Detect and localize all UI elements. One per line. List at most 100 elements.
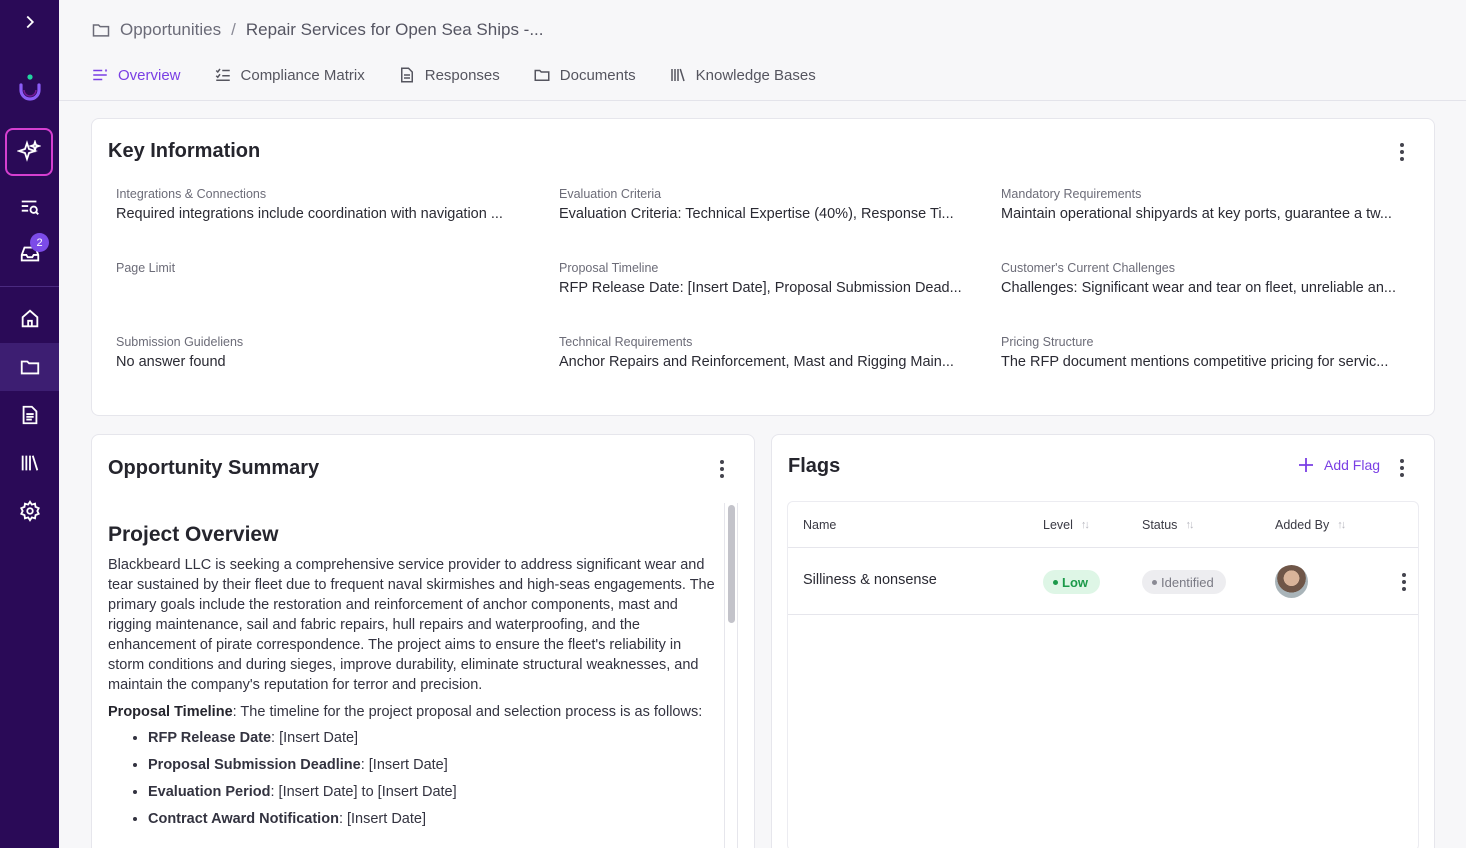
search-list-button[interactable]	[0, 185, 59, 229]
add-flag-label: Add Flag	[1324, 457, 1381, 473]
key-info-label: Technical Requirements	[559, 335, 693, 349]
menu-lines-icon	[93, 69, 108, 81]
breadcrumb-separator: /	[231, 20, 236, 39]
summary-heading: Project Overview	[108, 523, 279, 546]
sidebar-divider	[0, 286, 59, 287]
key-info-item[interactable]: Integrations & Connections Required inte…	[116, 187, 526, 222]
list-item: Evaluation Period: [Insert Date] to [Ins…	[148, 782, 720, 802]
tab-overview[interactable]: Overview	[91, 64, 181, 86]
logo-icon	[18, 74, 41, 101]
key-info-value: Evaluation Criteria: Technical Expertise…	[559, 206, 954, 222]
page-header: Opportunities / Repair Services for Open…	[59, 0, 1466, 101]
chevron-right-icon	[26, 15, 34, 29]
key-info-value: Anchor Repairs and Reinforcement, Mast a…	[559, 354, 954, 370]
scrollbar-thumb[interactable]	[728, 505, 735, 623]
flags-title: Flags	[788, 455, 841, 477]
folder-icon	[20, 360, 39, 375]
inbox-badge: 2	[30, 233, 49, 252]
key-information-title: Key Information	[108, 140, 261, 162]
column-header-added-by[interactable]: Added By ↑↓	[1275, 518, 1346, 532]
row-more-button[interactable]	[1394, 570, 1414, 594]
expand-sidebar-button[interactable]	[0, 0, 59, 44]
key-info-item[interactable]: Pricing Structure The RFP document menti…	[1001, 335, 1411, 370]
key-info-value: Challenges: Significant wear and tear on…	[1001, 280, 1396, 296]
home-button[interactable]	[0, 297, 59, 341]
key-info-value: Required integrations include coordinati…	[116, 206, 503, 222]
tab-responses[interactable]: Responses	[398, 64, 500, 86]
folder-icon	[534, 69, 550, 81]
sort-icon[interactable]: ↑↓	[1337, 519, 1346, 531]
key-info-value: The RFP document mentions competitive pr…	[1001, 354, 1389, 370]
key-info-item[interactable]: Evaluation Criteria Evaluation Criteria:…	[559, 187, 969, 222]
key-info-label: Customer's Current Challenges	[1001, 261, 1175, 275]
key-info-label: Proposal Timeline	[559, 261, 659, 275]
add-flag-button[interactable]: Add Flag	[1298, 457, 1380, 473]
tab-knowledge-bases[interactable]: Knowledge Bases	[669, 64, 816, 86]
sort-icon[interactable]: ↑↓	[1185, 519, 1194, 531]
opportunity-summary-title: Opportunity Summary	[108, 457, 320, 479]
app-sidebar: 2	[0, 0, 59, 848]
flags-card: Flags Add Flag Name Level ↑↓ Status ↑↓ Add…	[771, 434, 1435, 848]
document-icon	[400, 67, 413, 83]
flag-name: Silliness & nonsense	[803, 572, 937, 588]
ai-assistant-button[interactable]	[5, 128, 53, 176]
sort-icon[interactable]: ↑↓	[1081, 519, 1090, 531]
level-badge: Low	[1043, 570, 1100, 594]
key-info-label: Evaluation Criteria	[559, 187, 662, 201]
opportunity-summary-card: Opportunity Summary Project Overview Bla…	[91, 434, 755, 848]
opportunity-summary-more-button[interactable]	[712, 457, 732, 481]
tab-label: Compliance Matrix	[240, 66, 365, 84]
summary-paragraph: Blackbeard LLC is seeking a comprehensiv…	[108, 557, 715, 693]
key-info-value: RFP Release Date: [Insert Date], Proposa…	[559, 280, 962, 296]
column-header-level[interactable]: Level ↑↓	[1043, 518, 1090, 532]
tab-compliance-matrix[interactable]: Compliance Matrix	[214, 64, 365, 86]
breadcrumb-current: Repair Services for Open Sea Ships -...	[245, 20, 544, 39]
settings-button[interactable]	[0, 489, 59, 533]
key-info-item[interactable]: Technical Requirements Anchor Repairs an…	[559, 335, 969, 370]
key-info-item[interactable]: Page Limit	[116, 261, 526, 280]
list-item: RFP Release Date: [Insert Date]	[148, 728, 720, 748]
documents-button[interactable]	[0, 393, 59, 437]
table-row[interactable]: Silliness & nonsense Low Identified	[788, 548, 1418, 615]
breadcrumb-root-link[interactable]: Opportunities	[120, 20, 221, 40]
home-icon	[21, 309, 38, 328]
tab-label: Documents	[559, 66, 636, 84]
key-info-label: Page Limit	[116, 261, 176, 275]
key-info-label: Mandatory Requirements	[1001, 187, 1142, 201]
library-icon	[670, 68, 685, 82]
list-item: Contract Award Notification: [Insert Dat…	[148, 809, 720, 829]
key-info-item[interactable]: Mandatory Requirements Maintain operatio…	[1001, 187, 1411, 222]
key-info-item[interactable]: Proposal Timeline RFP Release Date: [Ins…	[559, 261, 969, 296]
column-header-name[interactable]: Name	[803, 518, 836, 532]
document-icon	[22, 405, 37, 425]
opportunities-button[interactable]	[0, 343, 59, 391]
breadcrumb: Opportunities / Repair Services for Open…	[91, 20, 544, 40]
summary-scrollbar[interactable]	[724, 503, 738, 848]
timeline-text: : The timeline for the project proposal …	[232, 704, 703, 720]
app-logo[interactable]	[0, 64, 59, 112]
tab-bar: Overview Compliance Matrix Responses Doc…	[91, 64, 849, 86]
column-header-status[interactable]: Status ↑↓	[1142, 518, 1194, 532]
list-search-icon	[21, 200, 39, 215]
key-info-item[interactable]: Customer's Current Challenges Challenges…	[1001, 261, 1411, 296]
checklist-icon	[215, 68, 230, 81]
status-badge: Identified	[1142, 570, 1226, 594]
flags-table: Name Level ↑↓ Status ↑↓ Added By ↑↓ Silline…	[787, 501, 1419, 848]
plus-icon	[1299, 458, 1313, 472]
tab-documents[interactable]: Documents	[533, 64, 636, 86]
folder-icon	[92, 24, 110, 37]
tab-label: Knowledge Bases	[695, 66, 816, 84]
key-info-value: No answer found	[116, 354, 226, 370]
summary-content: Project Overview Blackbeard LLC is seeki…	[108, 507, 720, 847]
summary-timeline-intro: Proposal Timeline: The timeline for the …	[108, 702, 720, 722]
key-information-more-button[interactable]	[1392, 140, 1412, 164]
key-info-value: Maintain operational shipyards at key po…	[1001, 206, 1392, 222]
flags-more-button[interactable]	[1392, 456, 1412, 480]
key-info-item[interactable]: Submission Guideliens No answer found	[116, 335, 526, 370]
tab-label: Responses	[424, 66, 500, 84]
knowledge-bases-button[interactable]	[0, 441, 59, 485]
tab-label: Overview	[118, 66, 181, 84]
key-information-card: Key Information Integrations & Connectio…	[91, 118, 1435, 416]
flags-table-header: Name Level ↑↓ Status ↑↓ Added By ↑↓	[788, 502, 1418, 548]
key-info-label: Submission Guideliens	[116, 335, 244, 349]
